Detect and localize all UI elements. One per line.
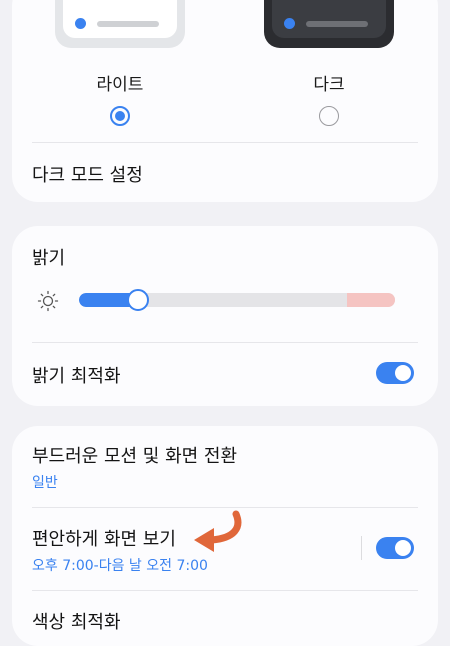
- dark-preview-panel: [272, 0, 386, 38]
- motion-transition-value: 일반: [32, 475, 58, 491]
- brightness-slider-thumb[interactable]: [127, 289, 149, 311]
- dark-preview-line: [306, 21, 368, 27]
- dark-preview-dot: [284, 18, 295, 29]
- theme-card: 라이트 다크 다크 모드 설정: [12, 0, 438, 202]
- annotation-arrow-icon: [194, 510, 242, 552]
- dark-theme-label: 다크: [313, 75, 345, 95]
- theme-divider: [32, 142, 418, 143]
- radio-unselected-icon[interactable]: [319, 106, 339, 126]
- light-theme-label: 라이트: [96, 75, 144, 95]
- brightness-high-zone: [347, 293, 395, 307]
- eye-comfort-separator: [361, 536, 362, 560]
- brightness-optimization-toggle[interactable]: [376, 362, 414, 384]
- light-preview-panel: [63, 0, 177, 38]
- light-preview-dot: [75, 18, 86, 29]
- motion-divider: [32, 507, 418, 508]
- brightness-divider: [32, 342, 418, 343]
- color-optimization-item[interactable]: 색상 최적화: [32, 608, 121, 634]
- motion-transition-item[interactable]: 부드러운 모션 및 화면 전환: [32, 442, 237, 468]
- light-theme-preview[interactable]: [55, 0, 185, 48]
- brightness-optimization-label: 밝기 최적화: [32, 366, 121, 387]
- dark-mode-settings-item[interactable]: 다크 모드 설정: [32, 161, 143, 187]
- brightness-title: 밝기: [32, 248, 66, 269]
- sun-icon: [37, 290, 59, 312]
- radio-selected-icon[interactable]: [110, 106, 130, 126]
- dark-theme-preview[interactable]: [264, 0, 394, 48]
- brightness-card: 밝기 밝기 최적화: [12, 226, 438, 406]
- eye-comfort-item[interactable]: 편안하게 화면 보기: [32, 525, 176, 551]
- eye-comfort-toggle[interactable]: [376, 537, 414, 559]
- eye-comfort-divider: [32, 590, 418, 591]
- eye-comfort-schedule: 오후 7:00-다음 날 오전 7:00: [32, 558, 208, 574]
- light-preview-line: [97, 21, 159, 27]
